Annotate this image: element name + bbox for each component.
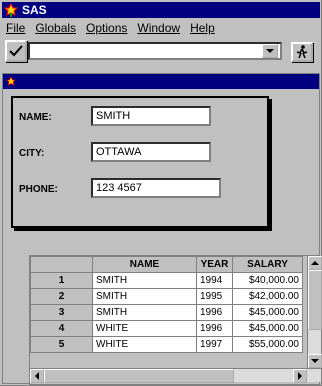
phone-field[interactable]: 123 4567 xyxy=(91,178,221,198)
column-header-name[interactable]: NAME xyxy=(92,256,197,273)
run-button[interactable] xyxy=(291,42,313,62)
row-number[interactable]: 3 xyxy=(30,304,93,321)
column-header-salary[interactable]: SALARY xyxy=(232,256,303,273)
arrow-up-icon xyxy=(311,261,319,265)
scroll-down-button[interactable] xyxy=(308,354,322,368)
data-grid: NAME YEAR SALARY 1 SMITH 1994 $40,000.00… xyxy=(29,255,322,385)
table-row[interactable]: 4 WHITE 1996 $45,000.00 xyxy=(30,320,303,337)
name-field[interactable]: SMITH xyxy=(91,106,211,126)
year-cell[interactable]: 1995 xyxy=(196,288,233,305)
salary-cell[interactable]: $55,000.00 xyxy=(232,336,303,353)
salary-cell[interactable]: $45,000.00 xyxy=(232,320,303,337)
child-window-title-bar xyxy=(3,74,319,89)
vertical-scrollbar[interactable] xyxy=(307,256,322,368)
menu-globals[interactable]: Globals xyxy=(35,21,76,35)
column-header-year[interactable]: YEAR xyxy=(196,256,233,273)
command-input[interactable] xyxy=(28,42,282,60)
toolbar xyxy=(2,37,320,71)
sas-logo-icon xyxy=(6,76,16,86)
salary-cell[interactable]: $42,000.00 xyxy=(232,288,303,305)
window-title: SAS xyxy=(22,3,47,17)
menu-file[interactable]: File xyxy=(6,21,25,35)
name-cell[interactable]: WHITE xyxy=(92,336,197,353)
city-label: CITY: xyxy=(19,148,45,159)
year-cell[interactable]: 1994 xyxy=(196,272,233,289)
sas-logo-icon xyxy=(3,2,19,17)
salary-cell[interactable]: $45,000.00 xyxy=(232,304,303,321)
scroll-up-button[interactable] xyxy=(308,256,322,270)
row-number[interactable]: 5 xyxy=(30,336,93,353)
command-dropdown-button[interactable] xyxy=(262,44,278,58)
name-label: NAME: xyxy=(19,112,52,123)
table-row[interactable]: 3 SMITH 1996 $45,000.00 xyxy=(30,304,303,321)
table-row[interactable]: 2 SMITH 1995 $42,000.00 xyxy=(30,288,303,305)
vertical-scroll-thumb[interactable] xyxy=(308,270,322,330)
check-icon xyxy=(9,45,23,57)
salary-cell[interactable]: $40,000.00 xyxy=(232,272,303,289)
run-icon xyxy=(296,45,308,59)
sas-window: SAS File Globals Options Window Help NAM… xyxy=(0,0,322,386)
row-number[interactable]: 2 xyxy=(30,288,93,305)
check-button[interactable] xyxy=(5,40,27,62)
horizontal-scrollbar[interactable] xyxy=(30,368,321,383)
menu-bar: File Globals Options Window Help xyxy=(2,19,320,36)
menu-window[interactable]: Window xyxy=(137,21,180,35)
chevron-down-icon xyxy=(266,49,274,53)
arrow-left-icon xyxy=(35,372,39,380)
table-header-row: NAME YEAR SALARY xyxy=(30,256,303,273)
scroll-left-button[interactable] xyxy=(30,369,44,383)
city-field[interactable]: OTTAWA xyxy=(91,142,211,162)
horizontal-scroll-thumb[interactable] xyxy=(44,369,234,383)
arrow-down-icon xyxy=(311,359,319,363)
year-cell[interactable]: 1996 xyxy=(196,320,233,337)
menu-help[interactable]: Help xyxy=(190,21,215,35)
data-table: NAME YEAR SALARY 1 SMITH 1994 $40,000.00… xyxy=(30,256,303,353)
name-cell[interactable]: SMITH xyxy=(92,272,197,289)
name-cell[interactable]: SMITH xyxy=(92,288,197,305)
title-bar: SAS xyxy=(2,2,320,18)
year-cell[interactable]: 1996 xyxy=(196,304,233,321)
row-number[interactable]: 1 xyxy=(30,272,93,289)
table-row[interactable]: 1 SMITH 1994 $40,000.00 xyxy=(30,272,303,289)
scroll-right-button[interactable] xyxy=(293,369,307,383)
name-cell[interactable]: WHITE xyxy=(92,320,197,337)
name-cell[interactable]: SMITH xyxy=(92,304,197,321)
year-cell[interactable]: 1997 xyxy=(196,336,233,353)
row-number[interactable]: 4 xyxy=(30,320,93,337)
menu-options[interactable]: Options xyxy=(86,21,127,35)
arrow-right-icon xyxy=(298,372,302,380)
corner-cell xyxy=(30,256,93,273)
workspace: NAME: SMITH CITY: OTTAWA PHONE: 123 4567… xyxy=(2,73,322,385)
phone-label: PHONE: xyxy=(19,184,58,195)
table-row[interactable]: 5 WHITE 1997 $55,000.00 xyxy=(30,336,303,353)
entry-form: NAME: SMITH CITY: OTTAWA PHONE: 123 4567 xyxy=(11,96,269,228)
